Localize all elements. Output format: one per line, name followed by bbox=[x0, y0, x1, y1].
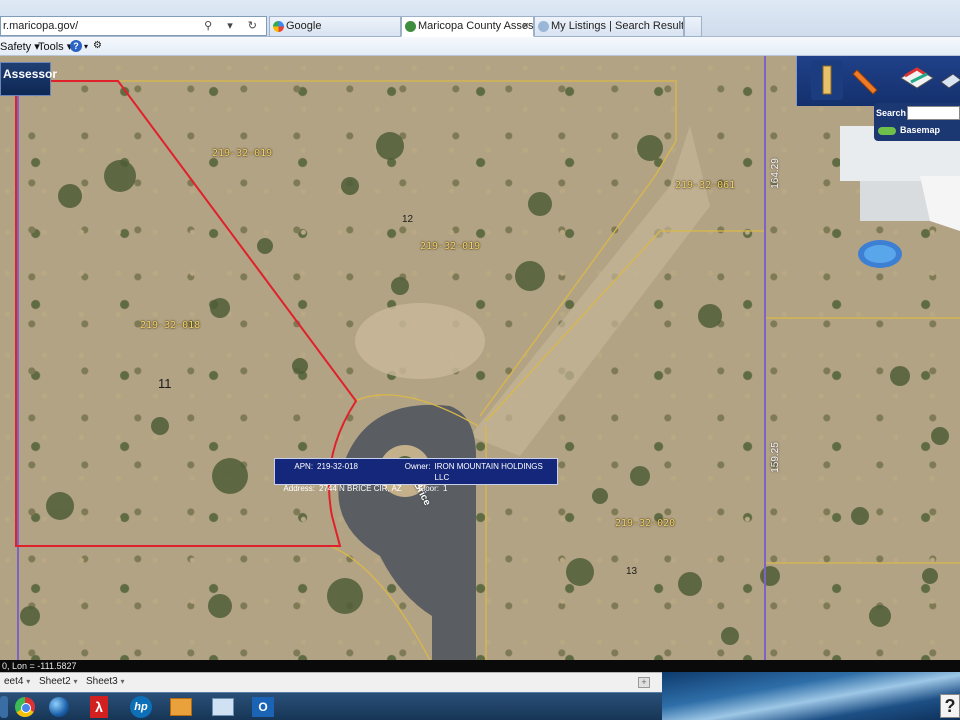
house bbox=[840, 126, 960, 268]
tab-google[interactable]: Google bbox=[269, 16, 401, 37]
search-panel: Search Basemap bbox=[874, 103, 960, 141]
tools-menu[interactable]: Tools ▾ bbox=[38, 40, 72, 53]
assessor-favicon-icon bbox=[405, 21, 416, 32]
desktop-wallpaper bbox=[662, 672, 960, 720]
tab-label: Google bbox=[286, 20, 322, 32]
google-earth-icon[interactable] bbox=[44, 696, 74, 718]
floor-value: 1 bbox=[443, 484, 448, 493]
help-icon[interactable]: ? bbox=[940, 694, 960, 718]
basemap-label: Basemap bbox=[900, 125, 941, 135]
tab-label: My Listings | Search Results | fl... bbox=[551, 20, 684, 32]
chrome-icon[interactable] bbox=[10, 696, 40, 718]
listings-favicon-icon bbox=[538, 21, 549, 32]
floor-key: Floor: bbox=[418, 484, 439, 493]
lot-number: 13 bbox=[626, 566, 638, 577]
apn-key: APN: bbox=[294, 462, 314, 471]
basemap-button[interactable]: Basemap bbox=[876, 125, 940, 135]
parcel-lines bbox=[16, 80, 960, 660]
parcel-label: 219-32-061 bbox=[675, 180, 736, 191]
ruler-icon[interactable] bbox=[811, 60, 843, 100]
hp-icon[interactable]: hp bbox=[126, 696, 156, 718]
sheet-tab[interactable]: Sheet2 ▾ bbox=[35, 676, 82, 687]
toolbox-icon[interactable] bbox=[166, 696, 196, 718]
tab-maricopa-assessor[interactable]: Maricopa County Assessor'... × bbox=[401, 16, 534, 37]
dirt-basin bbox=[355, 303, 485, 379]
map-overlay bbox=[15, 56, 960, 660]
owner-key: Owner: bbox=[404, 462, 431, 471]
outlook-glyph: O bbox=[252, 697, 274, 717]
google-favicon-icon bbox=[273, 21, 284, 32]
apn-value: 219-32-018 bbox=[317, 462, 358, 471]
parcel-label: 219-32-020 bbox=[615, 518, 676, 529]
close-tab-icon[interactable]: × bbox=[523, 17, 529, 36]
sheet-tab-caret-icon: ▾ bbox=[120, 677, 125, 686]
tab-label: Maricopa County Assessor'... bbox=[418, 20, 534, 32]
sheet-tab[interactable]: Sheet3 ▾ bbox=[82, 676, 129, 687]
sheet-tab-caret-icon: ▾ bbox=[26, 677, 31, 686]
acrobat-icon[interactable]: λ bbox=[84, 696, 114, 718]
coordinate-readout: 0, Lon = -111.5827 bbox=[0, 660, 960, 672]
driveway bbox=[470, 126, 710, 456]
sheet-tab-label: eet4 bbox=[4, 676, 24, 687]
tab-my-listings[interactable]: My Listings | Search Results | fl... bbox=[534, 16, 684, 37]
owner-value: IRON MOUNTAIN HOLDINGS LLC bbox=[434, 462, 543, 482]
taskbar: λ hp O bbox=[0, 692, 662, 720]
hp-glyph: hp bbox=[130, 696, 152, 718]
map-toolbar bbox=[796, 56, 960, 106]
sheet-tab-bar: eet4 ▾ Sheet2 ▾ Sheet3 ▾ + bbox=[0, 672, 662, 692]
acrobat-glyph: λ bbox=[90, 696, 108, 718]
safety-menu[interactable]: Safety ▾ bbox=[0, 40, 40, 53]
assessor-badge: Assessor bbox=[0, 62, 57, 96]
bearing-label: 159.25 bbox=[769, 442, 781, 473]
address-key: Address: bbox=[283, 484, 315, 493]
help-dropdown-icon[interactable]: ▾ bbox=[84, 42, 88, 51]
start-button[interactable] bbox=[0, 696, 8, 718]
address-text: r.maricopa.gov/ bbox=[3, 20, 79, 32]
lot-number: 11 bbox=[158, 376, 172, 391]
basemap-arrow-icon bbox=[878, 127, 896, 135]
address-bar-icons[interactable]: ⚲ ▾ ↻ bbox=[204, 17, 263, 35]
parcel-label: 219-32-019 bbox=[420, 241, 481, 252]
pencil-icon[interactable] bbox=[851, 60, 883, 100]
parcel-tooltip: APN: 219-32-018 Owner: IRON MOUNTAIN HOL… bbox=[274, 458, 558, 493]
address-value: 2744 N BRICE CIR, AZ bbox=[319, 484, 402, 493]
more-icon[interactable] bbox=[937, 60, 960, 100]
new-tab-button[interactable] bbox=[684, 16, 702, 37]
explorer-icon[interactable] bbox=[208, 696, 238, 718]
parcel-label: 219-32-018 bbox=[140, 320, 201, 331]
help-icon[interactable]: ? bbox=[70, 40, 82, 52]
sheet-tab-label: Sheet2 bbox=[39, 676, 71, 687]
search-label: Search bbox=[876, 108, 907, 118]
lot-number: 12 bbox=[402, 214, 414, 225]
sheet-tab-caret-icon: ▾ bbox=[73, 677, 78, 686]
browser-tab-bar: r.maricopa.gov/ ⚲ ▾ ↻ Google Maricopa Co… bbox=[0, 0, 960, 37]
sheet-tab[interactable]: eet4 ▾ bbox=[0, 676, 34, 687]
address-bar[interactable]: r.maricopa.gov/ ⚲ ▾ ↻ bbox=[0, 16, 267, 36]
outlook-icon[interactable]: O bbox=[248, 696, 278, 718]
research-icon[interactable]: ⚙ bbox=[93, 40, 102, 51]
search-input[interactable] bbox=[907, 106, 960, 120]
command-bar: Safety ▾ Tools ▾ ? ▾ ⚙ bbox=[0, 37, 960, 56]
add-sheet-button[interactable]: + bbox=[638, 677, 650, 688]
parcel-map[interactable]: Assessor Search Basemap 219-32-019 219-3… bbox=[0, 56, 960, 660]
bearing-label: 164.29 bbox=[769, 158, 781, 189]
sheet-tab-label: Sheet3 bbox=[86, 676, 118, 687]
parcel-label: 219-32-019 bbox=[212, 148, 273, 159]
layers-icon[interactable] bbox=[897, 60, 934, 100]
